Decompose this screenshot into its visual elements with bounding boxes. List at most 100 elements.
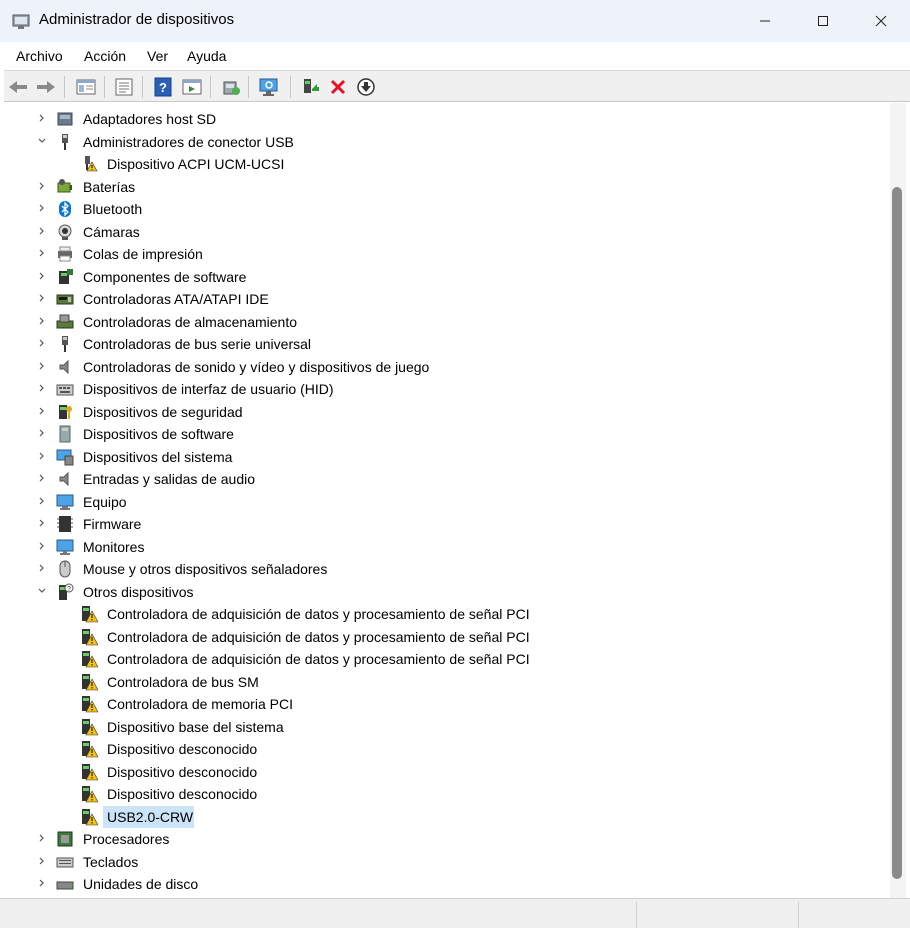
tree-device[interactable]: Controladora de adquisición de datos y p…	[4, 603, 890, 625]
maximize-button[interactable]	[794, 0, 852, 42]
disable-device-button[interactable]	[355, 76, 377, 98]
tree-category[interactable]: Administradores de conector USB	[4, 131, 890, 153]
tree-category[interactable]: Dispositivos de software	[4, 423, 890, 445]
chevron-right-icon[interactable]	[36, 338, 48, 350]
tree-category[interactable]: Dispositivos del sistema	[4, 446, 890, 468]
tree-device[interactable]: Dispositivo ACPI UCM-UCSI	[4, 153, 890, 175]
update-driver-button[interactable]	[220, 76, 242, 98]
chevron-right-icon[interactable]	[36, 181, 48, 193]
tree-category[interactable]: Controladoras de sonido y vídeo y dispos…	[4, 356, 890, 378]
tree-device[interactable]: Dispositivo desconocido	[4, 761, 890, 783]
chevron-right-icon[interactable]	[36, 878, 48, 890]
tree-category[interactable]: Entradas y salidas de audio	[4, 468, 890, 490]
tree-category[interactable]: Componentes de software	[4, 266, 890, 288]
tree-device[interactable]: USB2.0-CRW	[4, 805, 890, 828]
chevron-right-icon[interactable]	[36, 833, 48, 845]
tree-item-label: Monitores	[83, 538, 145, 555]
tree-category[interactable]: Procesadores	[4, 828, 890, 850]
tree-item-label: Dispositivo base del sistema	[107, 718, 284, 735]
tree-device[interactable]: Controladora de adquisición de datos y p…	[4, 626, 890, 648]
tree-item-label: Dispositivos del sistema	[83, 448, 233, 465]
tree-item-label: Controladora de adquisición de datos y p…	[107, 606, 530, 622]
update-driver-icon	[223, 81, 240, 95]
chevron-right-icon[interactable]	[36, 518, 48, 530]
forward-button[interactable]	[35, 76, 57, 98]
chevron-right-icon[interactable]	[36, 451, 48, 463]
tree-device[interactable]: Dispositivo desconocido	[4, 738, 890, 760]
chevron-right-icon[interactable]	[36, 316, 48, 328]
chevron-right-icon[interactable]	[36, 428, 48, 440]
menu-bar: Archivo Acción Ver Ayuda	[0, 42, 910, 70]
tree-category[interactable]: Teclados	[4, 851, 890, 873]
ide-controller-icon	[56, 290, 74, 308]
tree-device[interactable]: Controladora de adquisición de datos y p…	[4, 648, 890, 670]
tree-item-label: Controladora de memoria PCI	[107, 696, 293, 712]
scrollbar-thumb[interactable]	[892, 187, 902, 879]
usb-controller-icon	[56, 335, 74, 353]
properties-button[interactable]	[113, 76, 135, 98]
chevron-down-icon[interactable]	[36, 136, 48, 148]
firmware-icon	[56, 515, 74, 533]
chevron-right-icon[interactable]	[36, 293, 48, 305]
chevron-right-icon[interactable]	[36, 203, 48, 215]
back-button[interactable]	[7, 76, 29, 98]
tree-category[interactable]: Bluetooth	[4, 198, 890, 220]
tree-item-label: Procesadores	[83, 831, 170, 847]
tree-category[interactable]: Controladoras ATA/ATAPI IDE	[4, 288, 890, 310]
tree-category[interactable]: Controladoras de almacenamiento	[4, 311, 890, 333]
show-hide-tree-button[interactable]	[75, 76, 97, 98]
vertical-scrollbar[interactable]	[890, 103, 906, 898]
menu-archivo[interactable]: Archivo	[16, 48, 63, 64]
uninstall-device-button[interactable]	[327, 76, 349, 98]
tree-category[interactable]: Unidades de disco	[4, 873, 890, 895]
chevron-right-icon[interactable]	[36, 406, 48, 418]
chevron-right-icon[interactable]	[36, 361, 48, 373]
menu-accion[interactable]: Acción	[84, 48, 126, 64]
action-pane-button[interactable]	[181, 76, 203, 98]
tree-device[interactable]: Dispositivo desconocido	[4, 783, 890, 805]
tree-device[interactable]: Controladora de bus SM	[4, 671, 890, 693]
chevron-right-icon[interactable]	[36, 271, 48, 283]
tree-category[interactable]: Firmware	[4, 513, 890, 535]
menu-ayuda[interactable]: Ayuda	[187, 48, 226, 64]
tree-device[interactable]: Dispositivo base del sistema	[4, 716, 890, 738]
tree-category[interactable]: Equipo	[4, 491, 890, 513]
tree-category[interactable]: Adaptadores host SD	[4, 108, 890, 130]
tree-category[interactable]: Mouse y otros dispositivos señaladores	[4, 558, 890, 580]
enable-device-icon	[304, 79, 319, 93]
tree-category[interactable]: Monitores	[4, 536, 890, 558]
tree-category[interactable]: Dispositivos de interfaz de usuario (HID…	[4, 378, 890, 400]
tree-category[interactable]: Controladoras de bus serie universal	[4, 333, 890, 355]
tree-item-label: Dispositivo ACPI UCM-UCSI	[107, 156, 285, 172]
chevron-right-icon[interactable]	[36, 496, 48, 508]
chevron-down-icon[interactable]	[36, 586, 48, 598]
tree-device[interactable]: Controladora de memoria PCI	[4, 693, 890, 715]
tree-item-label: Controladora de adquisición de datos y p…	[107, 628, 530, 645]
tree-category[interactable]: Dispositivos de seguridad	[4, 401, 890, 423]
chevron-right-icon[interactable]	[36, 113, 48, 125]
minimize-button[interactable]	[736, 0, 794, 42]
software-component-icon	[56, 268, 74, 286]
warning-device-icon	[80, 808, 99, 826]
chevron-right-icon[interactable]	[36, 856, 48, 868]
tree-item-label: Bluetooth	[83, 201, 143, 217]
chevron-right-icon[interactable]	[36, 563, 48, 575]
tree-category[interactable]: ? Otros dispositivos	[4, 581, 890, 603]
chevron-right-icon[interactable]	[36, 541, 48, 553]
tree-category[interactable]: Cámaras	[4, 221, 890, 243]
enable-device-button[interactable]	[299, 76, 321, 98]
usb-warning-icon	[80, 155, 98, 173]
menu-ver[interactable]: Ver	[147, 48, 168, 64]
warning-device-icon	[80, 628, 99, 646]
chevron-right-icon[interactable]	[36, 473, 48, 485]
scan-hardware-button[interactable]	[258, 76, 280, 98]
chevron-right-icon[interactable]	[36, 226, 48, 238]
help-button[interactable]: ?	[152, 76, 174, 98]
tree-category[interactable]: Baterías	[4, 176, 890, 198]
chevron-right-icon[interactable]	[36, 383, 48, 395]
close-button[interactable]	[852, 0, 910, 42]
chevron-right-icon[interactable]	[36, 248, 48, 260]
status-divider	[636, 902, 637, 928]
device-tree[interactable]: Adaptadores host SD Administradores de co…	[4, 103, 890, 898]
tree-category[interactable]: Colas de impresión	[4, 243, 890, 265]
